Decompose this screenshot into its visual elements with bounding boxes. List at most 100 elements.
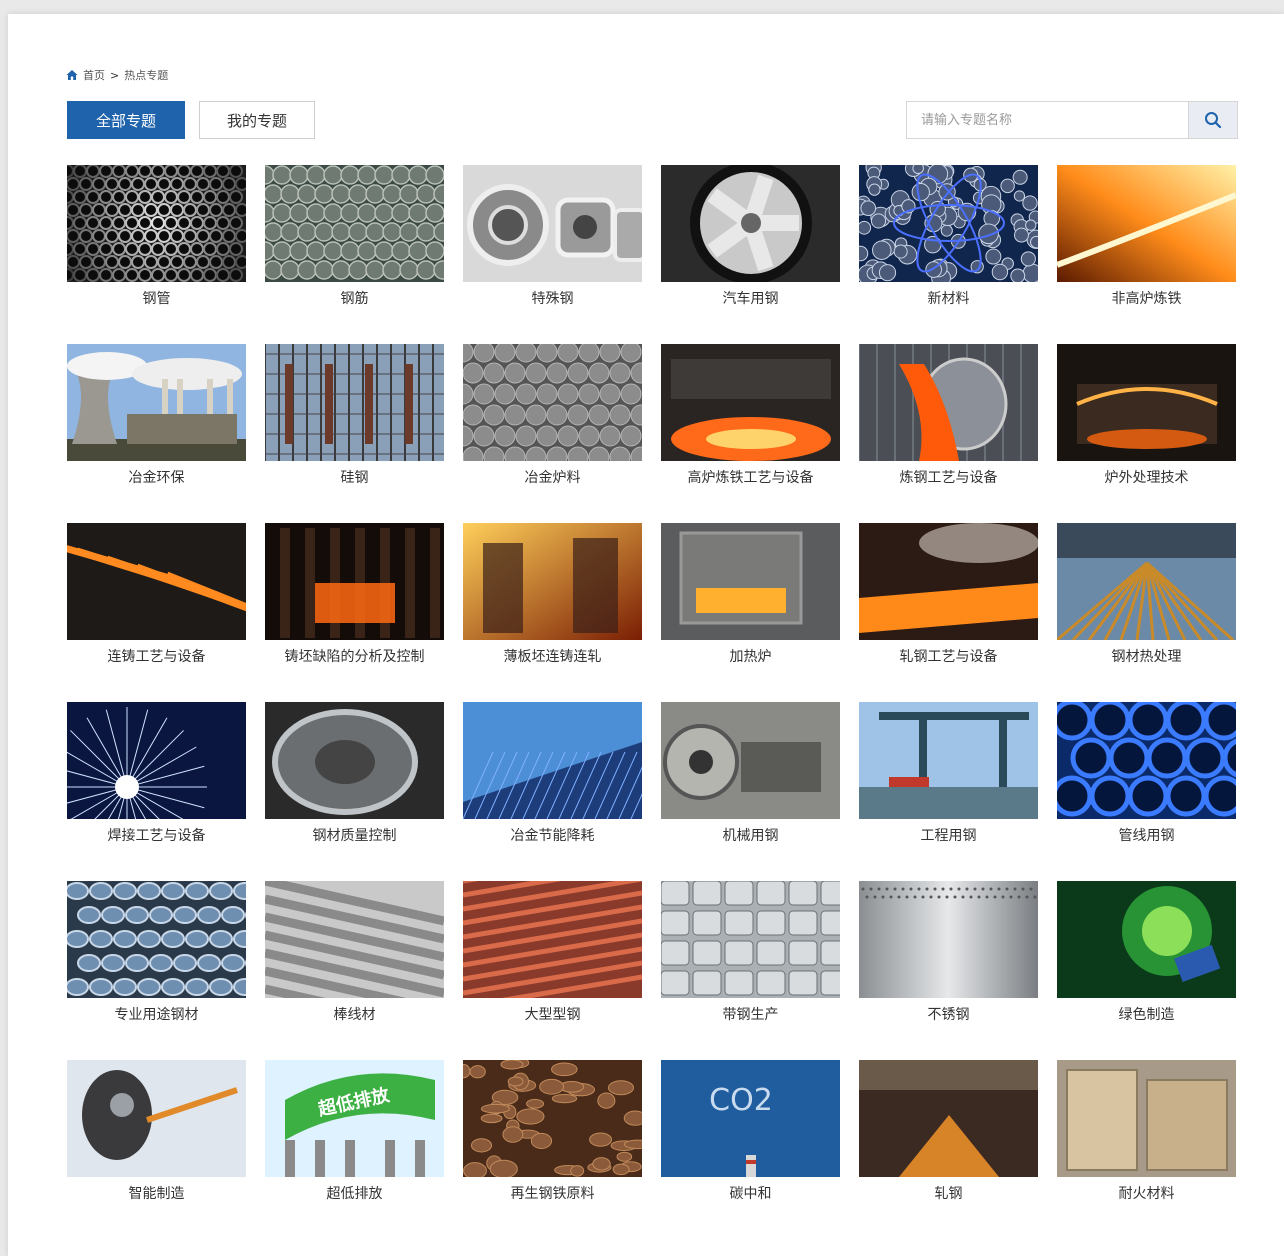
topic-label[interactable]: 钢材质量控制 — [265, 819, 444, 854]
topic-image[interactable] — [661, 165, 840, 282]
topic-card[interactable]: 不锈钢 — [859, 881, 1038, 1033]
topic-card[interactable]: 机械用钢 — [661, 702, 840, 854]
topic-card[interactable]: CO2 碳中和 — [661, 1060, 840, 1212]
topic-label[interactable]: 超低排放 — [265, 1177, 444, 1212]
topic-label[interactable]: 智能制造 — [67, 1177, 246, 1212]
topic-label[interactable]: 铸坯缺陷的分析及控制 — [265, 640, 444, 675]
topic-image[interactable] — [265, 523, 444, 640]
topic-image[interactable] — [67, 702, 246, 819]
topic-label[interactable]: 大型型钢 — [463, 998, 642, 1033]
topic-image[interactable] — [67, 523, 246, 640]
topic-card[interactable]: 钢筋 — [265, 165, 444, 317]
topic-card[interactable]: 钢材热处理 — [1057, 523, 1236, 675]
topic-image[interactable] — [1057, 523, 1236, 640]
topic-card[interactable]: 连铸工艺与设备 — [67, 523, 246, 675]
topic-card[interactable]: 轧钢 — [859, 1060, 1038, 1212]
topic-label[interactable]: 钢材热处理 — [1057, 640, 1236, 675]
topic-image[interactable] — [859, 1060, 1038, 1177]
topic-label[interactable]: 钢管 — [67, 282, 246, 317]
search-input[interactable] — [907, 102, 1188, 138]
topic-image[interactable] — [463, 1060, 642, 1177]
topic-label[interactable]: 再生钢铁原料 — [463, 1177, 642, 1212]
topic-image[interactable] — [661, 702, 840, 819]
topic-card[interactable]: 薄板坯连铸连轧 — [463, 523, 642, 675]
topic-label[interactable]: 硅钢 — [265, 461, 444, 496]
topic-image[interactable] — [859, 702, 1038, 819]
topic-label[interactable]: 专业用途钢材 — [67, 998, 246, 1033]
topic-image[interactable] — [265, 702, 444, 819]
topic-image[interactable] — [859, 344, 1038, 461]
topic-image[interactable] — [463, 344, 642, 461]
topic-label[interactable]: 耐火材料 — [1057, 1177, 1236, 1212]
topic-card[interactable]: 钢材质量控制 — [265, 702, 444, 854]
topic-card[interactable]: 硅钢 — [265, 344, 444, 496]
topic-label[interactable]: 高炉炼铁工艺与设备 — [661, 461, 840, 496]
topic-card[interactable]: 新材料 — [859, 165, 1038, 317]
my-topics-tab[interactable]: 我的专题 — [199, 101, 315, 139]
topic-card[interactable]: 钢管 — [67, 165, 246, 317]
topic-label[interactable]: 炼钢工艺与设备 — [859, 461, 1038, 496]
topic-card[interactable]: 焊接工艺与设备 — [67, 702, 246, 854]
topic-card[interactable]: 炼钢工艺与设备 — [859, 344, 1038, 496]
topic-image[interactable] — [67, 1060, 246, 1177]
topic-label[interactable]: 冶金炉料 — [463, 461, 642, 496]
topic-image[interactable] — [463, 702, 642, 819]
topic-label[interactable]: 绿色制造 — [1057, 998, 1236, 1033]
topic-image[interactable] — [463, 523, 642, 640]
topic-image[interactable] — [661, 344, 840, 461]
breadcrumb-home-link[interactable]: 首页 — [83, 67, 105, 83]
topic-label[interactable]: 新材料 — [859, 282, 1038, 317]
topic-image[interactable] — [1057, 344, 1236, 461]
topic-card[interactable]: 超低排放 超低排放 — [265, 1060, 444, 1212]
topic-image[interactable] — [1057, 1060, 1236, 1177]
topic-image[interactable] — [1057, 881, 1236, 998]
topic-image[interactable] — [67, 344, 246, 461]
topic-label[interactable]: 碳中和 — [661, 1177, 840, 1212]
topic-label[interactable]: 炉外处理技术 — [1057, 461, 1236, 496]
topic-card[interactable]: 加热炉 — [661, 523, 840, 675]
search-button[interactable] — [1188, 102, 1237, 138]
topic-image[interactable] — [265, 344, 444, 461]
topic-label[interactable]: 工程用钢 — [859, 819, 1038, 854]
topic-image[interactable] — [67, 165, 246, 282]
home-icon[interactable] — [66, 69, 78, 81]
topic-label[interactable]: 冶金节能降耗 — [463, 819, 642, 854]
topic-image[interactable]: 超低排放 — [265, 1060, 444, 1177]
topic-card[interactable]: 再生钢铁原料 — [463, 1060, 642, 1212]
topic-label[interactable]: 管线用钢 — [1057, 819, 1236, 854]
topic-card[interactable]: 棒线材 — [265, 881, 444, 1033]
topic-label[interactable]: 冶金环保 — [67, 461, 246, 496]
topic-image[interactable] — [265, 881, 444, 998]
topic-card[interactable]: 耐火材料 — [1057, 1060, 1236, 1212]
topic-image[interactable]: CO2 — [661, 1060, 840, 1177]
topic-image[interactable] — [1057, 165, 1236, 282]
topic-card[interactable]: 管线用钢 — [1057, 702, 1236, 854]
topic-card[interactable]: 特殊钢 — [463, 165, 642, 317]
topic-card[interactable]: 冶金节能降耗 — [463, 702, 642, 854]
topic-image[interactable] — [859, 523, 1038, 640]
topic-card[interactable]: 专业用途钢材 — [67, 881, 246, 1033]
topic-card[interactable]: 绿色制造 — [1057, 881, 1236, 1033]
topic-image[interactable] — [265, 165, 444, 282]
topic-label[interactable]: 轧钢 — [859, 1177, 1038, 1212]
topic-card[interactable]: 汽车用钢 — [661, 165, 840, 317]
topic-image[interactable] — [661, 881, 840, 998]
topic-image[interactable] — [661, 523, 840, 640]
topic-image[interactable] — [463, 165, 642, 282]
topic-label[interactable]: 薄板坯连铸连轧 — [463, 640, 642, 675]
topic-image[interactable] — [859, 881, 1038, 998]
topic-label[interactable]: 带钢生产 — [661, 998, 840, 1033]
topic-label[interactable]: 轧钢工艺与设备 — [859, 640, 1038, 675]
topic-image[interactable] — [1057, 702, 1236, 819]
topic-label[interactable]: 连铸工艺与设备 — [67, 640, 246, 675]
all-topics-tab[interactable]: 全部专题 — [67, 101, 185, 139]
topic-label[interactable]: 非高炉炼铁 — [1057, 282, 1236, 317]
topic-label[interactable]: 不锈钢 — [859, 998, 1038, 1033]
topic-card[interactable]: 炉外处理技术 — [1057, 344, 1236, 496]
topic-label[interactable]: 棒线材 — [265, 998, 444, 1033]
topic-label[interactable]: 机械用钢 — [661, 819, 840, 854]
topic-label[interactable]: 加热炉 — [661, 640, 840, 675]
topic-image[interactable] — [67, 881, 246, 998]
topic-card[interactable]: 大型型钢 — [463, 881, 642, 1033]
topic-card[interactable]: 铸坯缺陷的分析及控制 — [265, 523, 444, 675]
